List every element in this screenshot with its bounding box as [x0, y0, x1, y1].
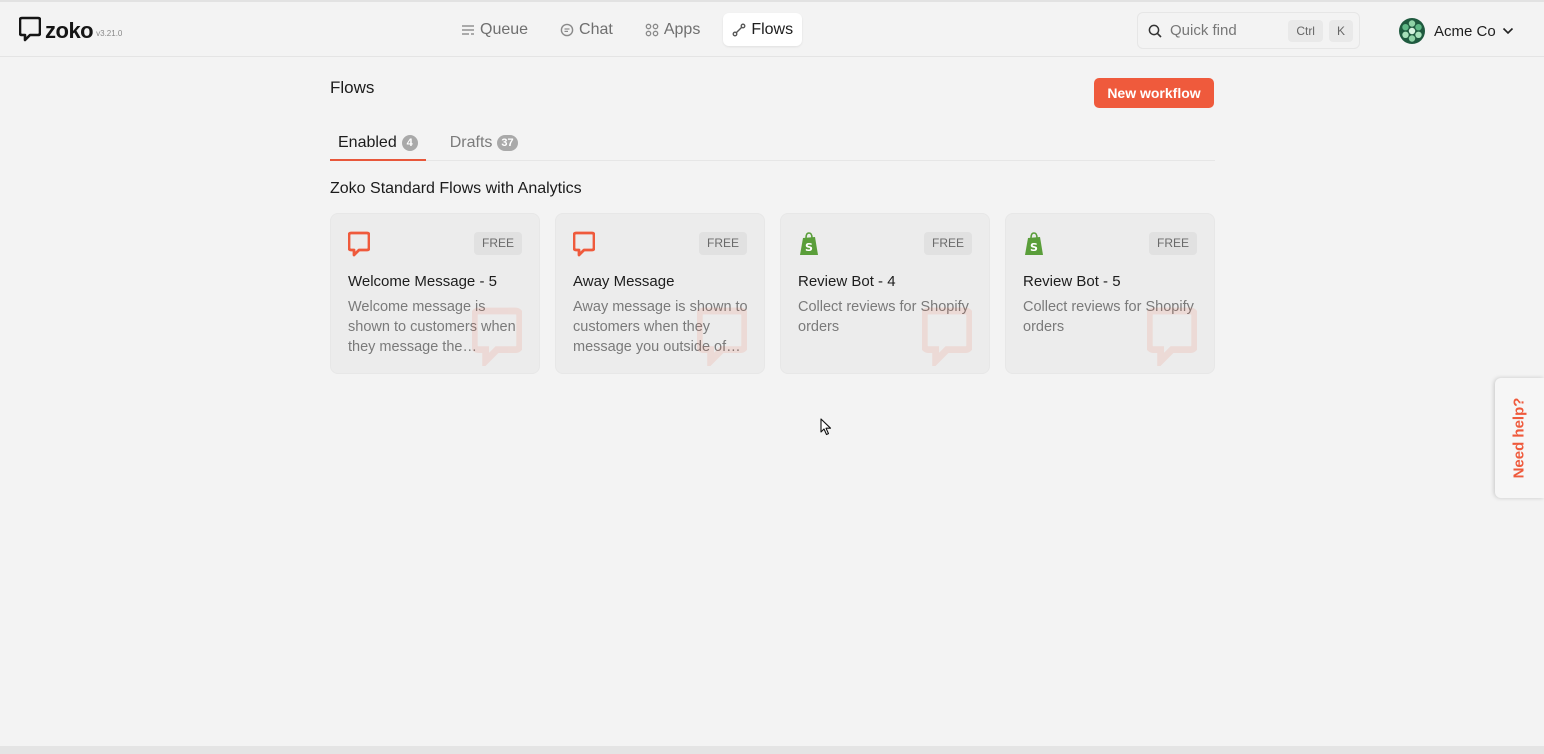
shortcut-key-k: K	[1328, 19, 1353, 42]
nav-item-flows[interactable]: Flows	[723, 13, 803, 46]
main-nav: Queue Chat Apps Flows	[452, 13, 816, 46]
account-name: Acme Co	[1434, 22, 1496, 40]
free-badge: FREE	[473, 232, 522, 255]
zoko-watermark-icon	[697, 307, 747, 366]
apps-icon	[645, 23, 659, 36]
tab-drafts-count: 37	[497, 135, 518, 151]
need-help-button[interactable]: Need help?	[1495, 378, 1544, 498]
flows-icon	[732, 23, 746, 36]
nav-item-queue[interactable]: Queue	[452, 13, 537, 46]
zoko-logo-icon	[573, 231, 595, 257]
shopify-icon: S	[1025, 232, 1043, 255]
new-workflow-button[interactable]: New workflow	[1094, 78, 1214, 108]
zoko-watermark-icon	[1147, 307, 1197, 366]
chevron-down-icon	[1502, 27, 1513, 35]
chat-icon	[560, 23, 574, 36]
tab-enabled[interactable]: Enabled 4	[330, 126, 426, 161]
card-title: Review Bot - 4	[798, 273, 896, 290]
bottom-strip	[0, 746, 1544, 754]
nav-label-flows: Flows	[751, 20, 794, 38]
flow-card-away-message[interactable]: FREE Away Message Away message is shown …	[555, 213, 765, 374]
account-avatar-icon	[1399, 18, 1425, 44]
queue-icon	[462, 24, 474, 35]
flow-tabs: Enabled 4 Drafts 37	[330, 126, 1215, 161]
section-title: Zoko Standard Flows with Analytics	[330, 180, 582, 197]
flow-card-review-bot-5[interactable]: S FREE Review Bot - 5 Collect reviews fo…	[1005, 213, 1215, 374]
need-help-label: Need help?	[1510, 397, 1528, 479]
search-placeholder: Quick find	[1170, 22, 1237, 39]
mouse-cursor-icon	[820, 418, 832, 436]
zoko-logo[interactable]: zoko v3.21.0	[19, 16, 122, 42]
flow-card-review-bot-4[interactable]: S FREE Review Bot - 4 Collect reviews fo…	[780, 213, 990, 374]
page-title: Flows	[330, 78, 375, 97]
tab-enabled-label: Enabled	[338, 133, 397, 151]
nav-label-queue: Queue	[480, 20, 529, 38]
brand-name: zoko	[45, 18, 94, 43]
card-title: Review Bot - 5	[1023, 273, 1121, 290]
free-badge: FREE	[698, 232, 747, 255]
nav-item-chat[interactable]: Chat	[551, 13, 622, 46]
tab-drafts-label: Drafts	[449, 134, 493, 151]
free-badge: FREE	[1148, 232, 1197, 255]
top-bar: zoko v3.21.0 Queue Chat Apps Flows Quick…	[0, 0, 1544, 57]
svg-text:S: S	[805, 241, 813, 254]
account-switcher[interactable]: Acme Co	[1398, 17, 1514, 45]
zoko-logo-icon	[19, 16, 41, 42]
zoko-logo-icon	[348, 231, 370, 257]
shortcut-key-ctrl: Ctrl	[1288, 19, 1323, 42]
flow-card-list: FREE Welcome Message - 5 Welcome message…	[330, 213, 1230, 374]
tab-drafts[interactable]: Drafts 37	[442, 126, 526, 160]
tab-enabled-count: 4	[401, 134, 418, 151]
quick-find-search[interactable]: Quick find Ctrl K	[1137, 12, 1360, 49]
zoko-watermark-icon	[472, 307, 522, 366]
nav-label-apps: Apps	[663, 20, 701, 38]
search-icon	[1148, 24, 1162, 38]
nav-item-apps[interactable]: Apps	[636, 13, 709, 46]
nav-label-chat: Chat	[579, 20, 613, 38]
free-badge: FREE	[923, 232, 972, 255]
app-version: v3.21.0	[96, 29, 123, 38]
card-title: Away Message	[573, 273, 675, 290]
zoko-watermark-icon	[922, 307, 972, 366]
shopify-icon: S	[800, 232, 818, 255]
flow-card-welcome-message[interactable]: FREE Welcome Message - 5 Welcome message…	[330, 213, 540, 374]
svg-text:S: S	[1030, 241, 1038, 254]
card-title: Welcome Message - 5	[348, 273, 497, 290]
